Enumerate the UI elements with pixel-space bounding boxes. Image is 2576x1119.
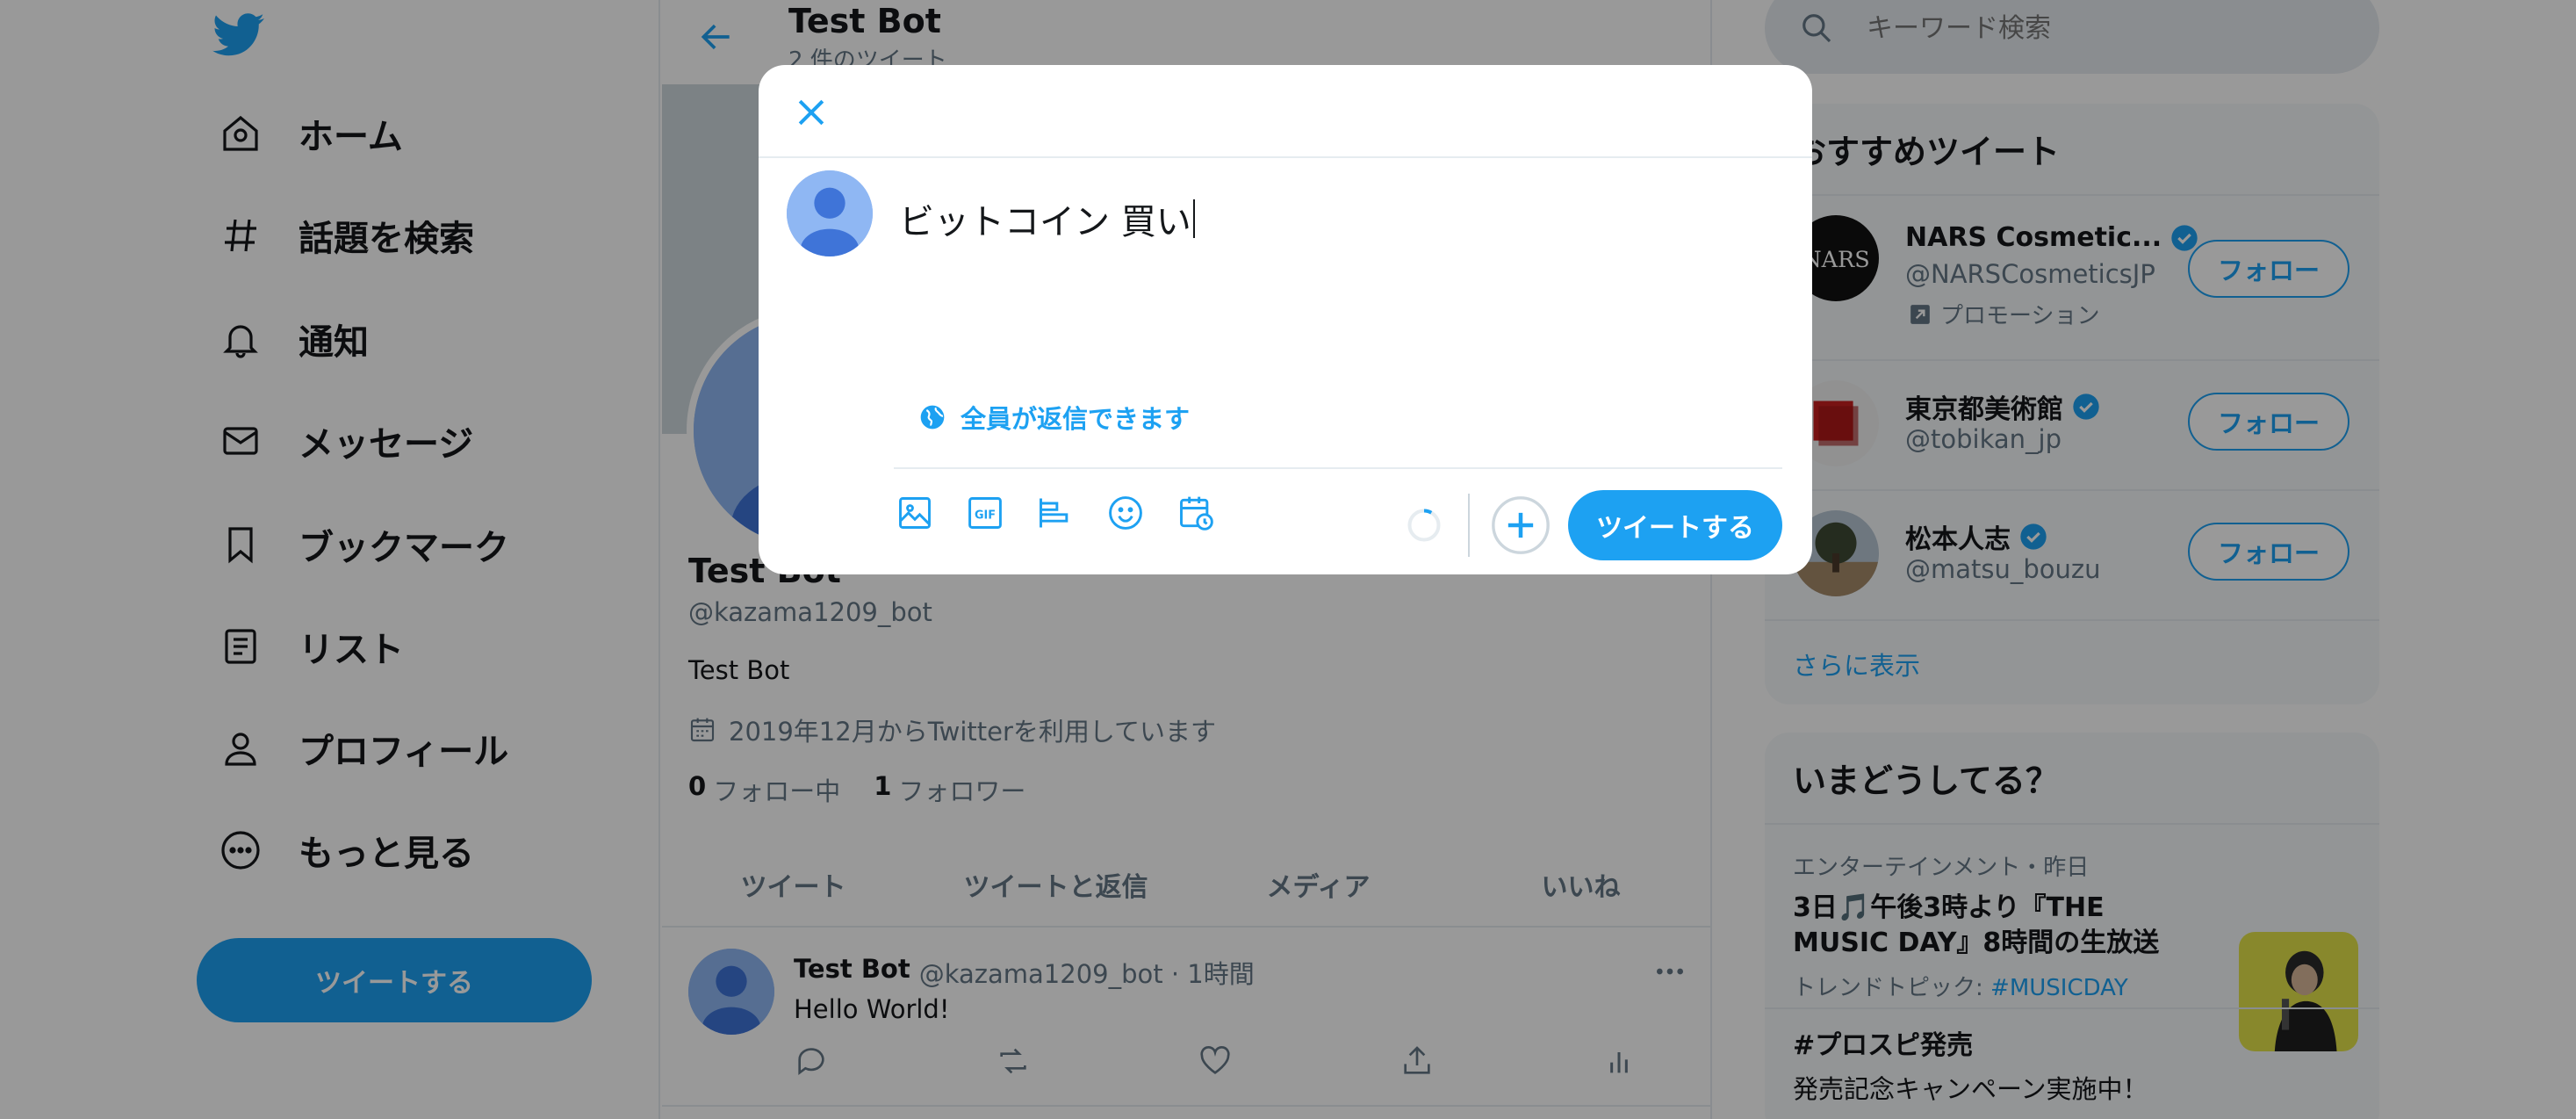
compose-toolbar: GIF: [890, 488, 1241, 538]
reply-setting-label: 全員が返信できます: [961, 404, 1191, 434]
add-tweet-plus-icon[interactable]: [1491, 495, 1551, 555]
text-caret: [1192, 199, 1195, 238]
image-icon[interactable]: [890, 488, 939, 538]
globe-icon: [918, 403, 946, 431]
compose-text: ビットコイン 買い: [899, 202, 1191, 242]
poll-icon[interactable]: [1031, 488, 1080, 538]
schedule-icon[interactable]: [1171, 488, 1220, 538]
reply-setting-button[interactable]: 全員が返信できます: [918, 399, 1190, 436]
compose-textarea[interactable]: ビットコイン 買い: [899, 193, 1195, 244]
avatar[interactable]: [787, 170, 873, 256]
gif-icon[interactable]: GIF: [961, 488, 1010, 538]
modal-header: [759, 65, 1812, 158]
toolbar-separator: [1468, 494, 1470, 557]
svg-text:GIF: GIF: [975, 509, 996, 522]
close-icon[interactable]: [792, 93, 831, 132]
emoji-icon[interactable]: [1101, 488, 1150, 538]
tweet-submit-button[interactable]: ツイートする: [1568, 490, 1782, 560]
modal-divider: [894, 467, 1782, 469]
compose-tweet-modal: ビットコイン 買い 全員が返信できます GIF ツイートする: [759, 65, 1812, 574]
character-progress-ring: [1405, 506, 1443, 545]
